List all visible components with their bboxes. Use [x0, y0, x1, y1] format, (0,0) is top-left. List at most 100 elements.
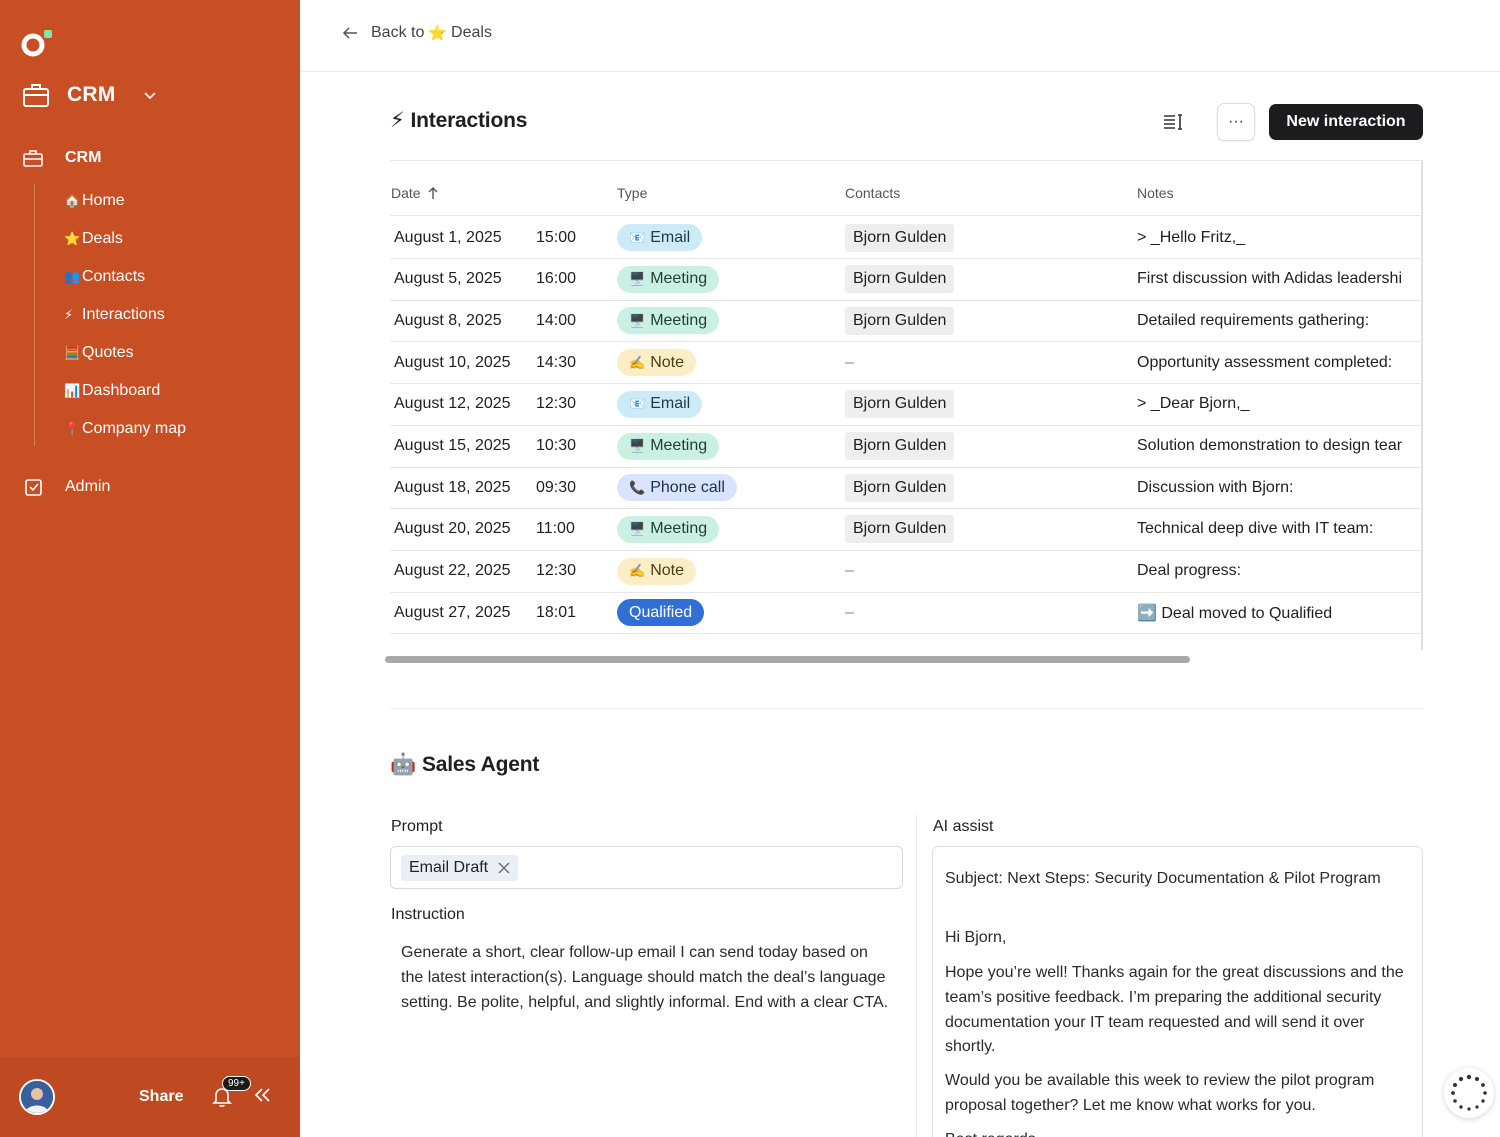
briefcase-icon: [23, 84, 49, 107]
section-divider: [390, 708, 1423, 709]
prompt-select[interactable]: Email Draft: [390, 846, 903, 889]
new-interaction-button[interactable]: New interaction: [1269, 104, 1423, 140]
cell-notes: Technical deep dive with IT team:: [1137, 520, 1374, 538]
cell-type: Qualified: [617, 592, 705, 633]
column-header-contacts[interactable]: Contacts: [845, 185, 900, 201]
notification-badge: 99+: [222, 1076, 251, 1091]
cell-time: 16:00: [536, 270, 577, 288]
table-row[interactable]: August 22, 2025 12:30 ✍️ Note – Deal progress…: [390, 551, 1423, 593]
sales-agent-title: 🤖 Sales Agent: [390, 753, 539, 777]
prompt-chip[interactable]: Email Draft: [401, 855, 519, 881]
share-button[interactable]: Share: [139, 1088, 183, 1106]
cell-date: August 1, 2025: [394, 228, 502, 246]
sidebar-item-deals[interactable]: ⭐ Deals: [64, 226, 123, 252]
type-icon: 📧: [629, 229, 646, 245]
column-header-date[interactable]: Date: [391, 185, 439, 201]
contact-chip[interactable]: Bjorn Gulden: [845, 223, 955, 252]
type-icon: ✍️: [629, 563, 646, 579]
back-link[interactable]: Back to ⭐ Deals: [341, 24, 492, 42]
table-row[interactable]: August 12, 2025 12:30 📧 Email Bjorn Gulden > …: [390, 384, 1423, 426]
empty-contact: –: [845, 603, 854, 621]
cell-time: 09:30: [536, 478, 577, 496]
sidebar-item-dashboard[interactable]: 📊 Dashboard: [64, 378, 160, 404]
cell-date: August 8, 2025: [394, 311, 502, 329]
type-badge-label: Meeting: [650, 270, 708, 288]
cell-notes: > _Dear Bjorn,_: [1137, 395, 1250, 413]
column-header-label: Type: [617, 185, 648, 201]
table-row[interactable]: August 10, 2025 14:30 ✍️ Note – Opportunity a…: [390, 342, 1423, 385]
sidebar-item-home[interactable]: 🏠 Home: [64, 188, 125, 214]
type-icon: 📧: [629, 396, 646, 412]
table-row[interactable]: August 20, 2025 11:00 🖥️ Meeting Bjorn Gulde…: [390, 509, 1423, 551]
contact-chip[interactable]: Bjorn Gulden: [845, 473, 955, 502]
sidebar-item-interactions[interactable]: ⚡ Interactions: [64, 302, 165, 328]
sidebar-item-company-map[interactable]: 📍 Company map: [64, 416, 186, 442]
cell-type: 🖥️ Meeting: [617, 300, 720, 341]
table-row[interactable]: August 15, 2025 10:30 🖥️ Meeting Bjorn Gulde…: [390, 426, 1423, 468]
horizontal-scrollbar[interactable]: [385, 656, 1190, 663]
cell-date: August 5, 2025: [394, 270, 502, 288]
cell-type: 🖥️ Meeting: [617, 426, 720, 467]
instruction-text[interactable]: Generate a short, clear follow-up email …: [401, 941, 891, 1015]
close-icon[interactable]: [498, 862, 510, 874]
ai-paragraph: Best regards,: [945, 1128, 1415, 1137]
cell-time: 12:30: [536, 562, 577, 580]
type-badge: ✍️ Note: [617, 557, 696, 585]
sidebar-section-crm[interactable]: CRM: [22, 145, 101, 171]
workspace-switcher[interactable]: CRM: [22, 78, 157, 112]
sidebar-item-quotes[interactable]: 🧮 Quotes: [64, 340, 134, 366]
ai-assist-output[interactable]: Subject: Next Steps: Security Documentat…: [932, 846, 1423, 1137]
type-badge: Qualified: [617, 599, 705, 627]
contact-chip[interactable]: Bjorn Gulden: [845, 390, 955, 419]
sidebar-item-label: Contacts: [82, 268, 146, 285]
robot-icon: 🤖: [390, 753, 416, 776]
collapse-sidebar-icon[interactable]: [253, 1087, 271, 1103]
arrow-left-icon: [342, 27, 357, 39]
ai-paragraph: Hope you’re well! Thanks again for the g…: [945, 964, 1404, 1056]
cell-type: ✍️ Note: [617, 551, 696, 592]
type-badge-label: Meeting: [650, 311, 708, 329]
sidebar-section-admin[interactable]: Admin: [22, 474, 110, 500]
contact-chip[interactable]: Bjorn Gulden: [845, 432, 955, 460]
cell-notes: ➡️ Deal moved to Qualified: [1137, 604, 1333, 622]
back-prefix: Back to: [371, 24, 425, 41]
sidebar-section-label: Admin: [65, 478, 111, 495]
table-row[interactable]: August 8, 2025 14:00 🖥️ Meeting Bjorn Gulden…: [390, 300, 1423, 343]
cell-notes: Opportunity assessment completed:: [1137, 353, 1393, 371]
sidebar-footer: Share 99+: [0, 1057, 300, 1137]
sidebar-item-label: Home: [82, 192, 125, 209]
cell-contact: Bjorn Gulden: [845, 509, 955, 550]
cell-notes: Deal progress:: [1137, 562, 1242, 580]
avatar[interactable]: [19, 1079, 55, 1115]
cell-type: 📞 Phone call: [617, 467, 737, 508]
contact-chip[interactable]: Bjorn Gulden: [845, 265, 955, 294]
cell-type: ✍️ Note: [617, 342, 696, 383]
column-header-notes[interactable]: Notes: [1137, 185, 1174, 201]
home-icon: 🏠: [64, 193, 81, 208]
type-badge: 📞 Phone call: [617, 474, 737, 502]
table-row[interactable]: August 27, 2025 18:01 Qualified – ➡️ Deal mo…: [390, 592, 1423, 635]
empty-contact: –: [845, 353, 854, 371]
column-header-type[interactable]: Type: [617, 185, 647, 201]
table-row[interactable]: August 18, 2025 09:30 📞 Phone call Bjorn Gul…: [390, 467, 1423, 510]
list-settings-icon[interactable]: [1162, 112, 1184, 132]
type-badge-label: Qualified: [629, 603, 693, 621]
ai-paragraph: Subject: Next Steps: Security Documentat…: [945, 870, 1381, 887]
contact-chip[interactable]: Bjorn Gulden: [845, 306, 955, 335]
table-row[interactable]: August 1, 2025 15:00 📧 Email Bjorn Gulden > _…: [390, 217, 1423, 259]
table-right-edge: [1421, 160, 1423, 650]
contact-chip[interactable]: Bjorn Gulden: [845, 515, 955, 544]
calculator-icon: 🧮: [64, 345, 81, 360]
back-target: Deals: [451, 24, 492, 41]
sidebar-section-label: CRM: [65, 149, 102, 166]
sidebar-item-label: Interactions: [82, 306, 165, 323]
type-badge-label: Note: [650, 353, 684, 371]
table-row[interactable]: August 5, 2025 16:00 🖥️ Meeting Bjorn Gulden…: [390, 259, 1423, 301]
loading-spinner[interactable]: [1444, 1068, 1494, 1118]
column-divider: [916, 814, 917, 1137]
top-bar: Back to ⭐ Deals: [300, 0, 1500, 72]
sidebar-item-contacts[interactable]: 👥 Contacts: [64, 264, 145, 290]
interactions-title: ⚡ Interactions: [390, 108, 527, 133]
app-logo-icon[interactable]: [20, 28, 54, 58]
more-options-button[interactable]: ···: [1217, 103, 1255, 141]
